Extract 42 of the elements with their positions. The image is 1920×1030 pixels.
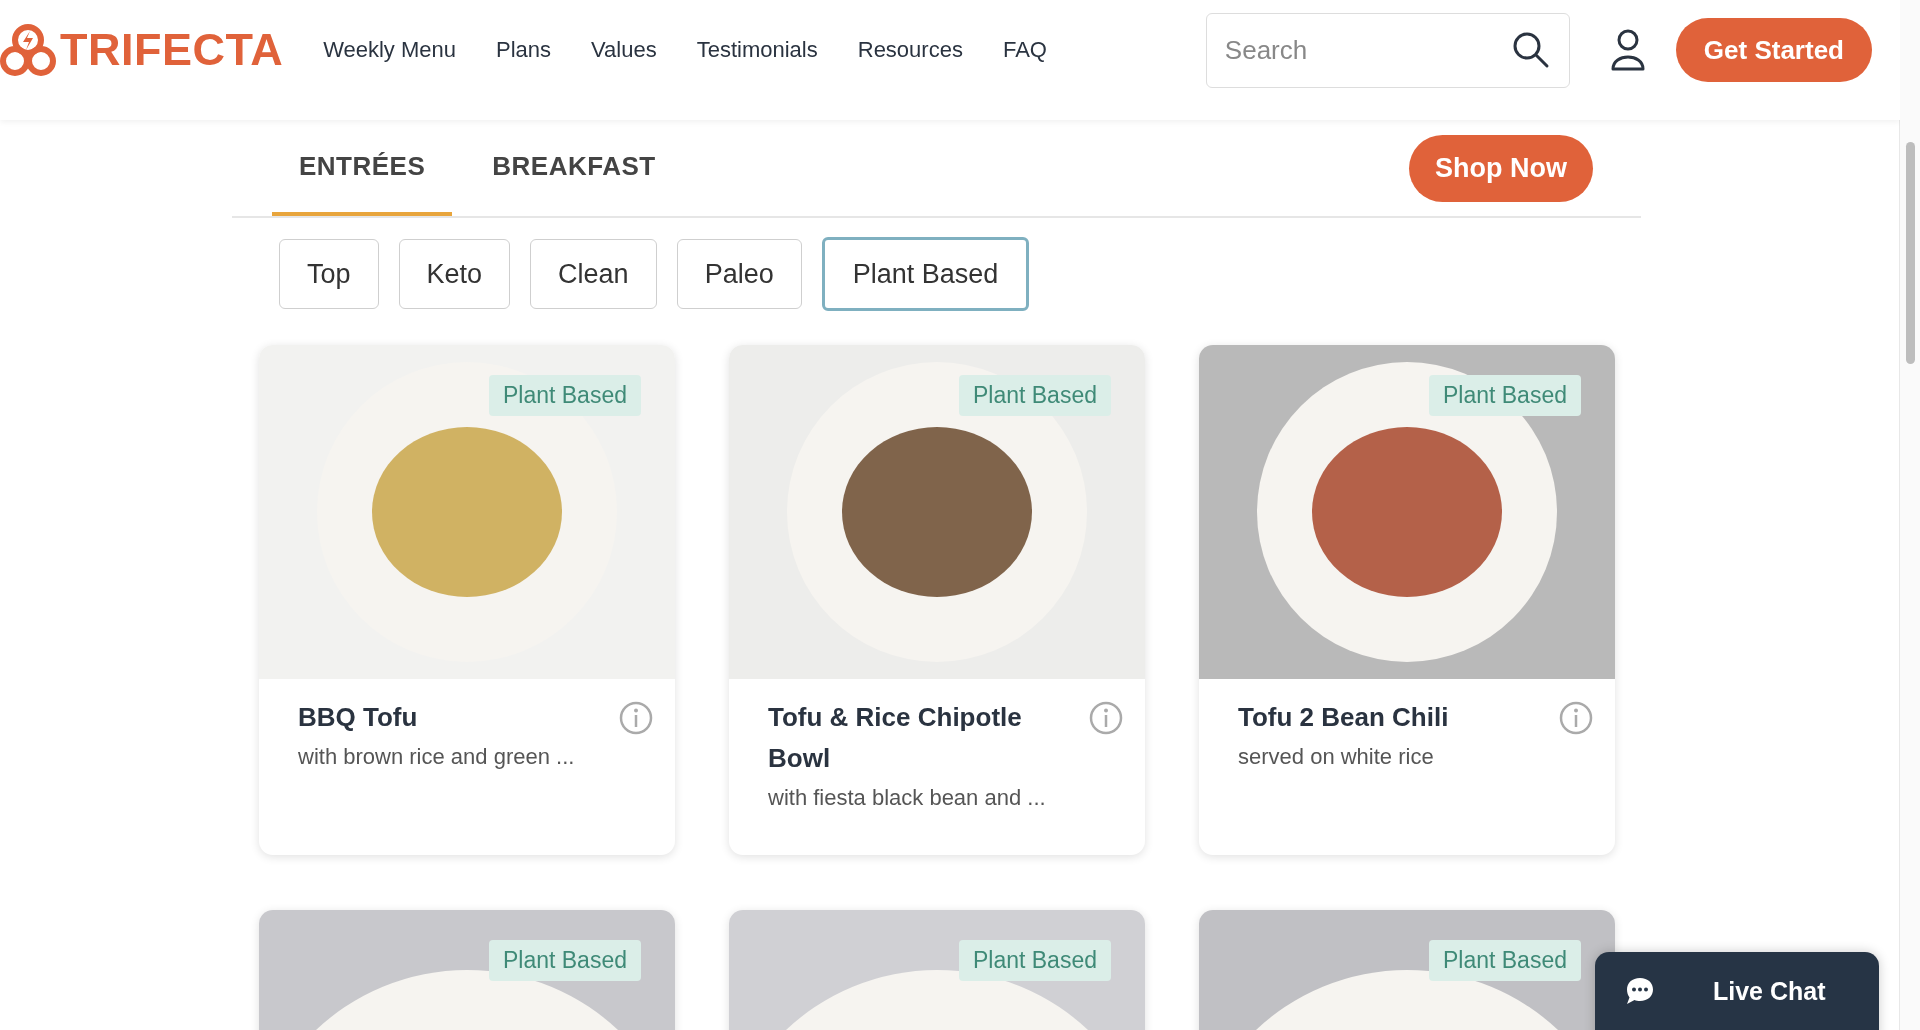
category-tab[interactable]: ENTRÉES [272,120,453,216]
diet-tag: Plant Based [488,940,641,981]
nav-link[interactable]: FAQ [1002,37,1047,63]
diet-tag: Plant Based [488,375,641,416]
scrollbar[interactable] [1899,0,1920,1030]
meal-card[interactable]: Plant Based BBQ Tofu with brown rice and green ... [259,345,675,855]
info-icon[interactable] [619,701,653,735]
get-started-button[interactable]: Get Started [1675,18,1872,82]
meal-card[interactable]: Plant Based Tofu & Rice Chipotle Bowl with fiesta black bean and ... [729,345,1145,855]
nav-link[interactable]: Values [591,37,657,63]
diet-tag: Plant Based [1428,940,1581,981]
info-icon[interactable] [1559,701,1593,735]
meal-description: with brown rice and green ... [298,743,576,771]
filter-chip[interactable]: Keto [398,239,511,309]
filter-chip[interactable]: Clean [530,239,657,309]
brand-logo[interactable]: TRIFECTA [60,24,284,76]
diet-tag: Plant Based [1428,375,1581,416]
filter-chip[interactable]: Top [279,239,379,309]
filter-chip[interactable]: Plant Based [821,237,1030,311]
scrollbar-thumb[interactable] [1906,142,1915,364]
meal-name: BBQ Tofu [298,701,419,734]
diet-tag: Plant Based [958,375,1111,416]
meal-name: Tofu 2 Bean Chili [1238,701,1450,734]
search-icon[interactable] [1511,30,1550,69]
shop-now-button[interactable]: Shop Now [1409,134,1593,202]
live-chat-button[interactable]: Live Chat [1595,952,1879,1030]
nav-link[interactable]: Testimonials [696,37,818,63]
meal-description: served on white rice [1238,743,1435,771]
filter-chip[interactable]: Paleo [676,239,802,309]
diet-tag: Plant Based [958,940,1111,981]
meal-name: Tofu & Rice Chipotle Bowl [768,701,1023,775]
info-icon[interactable] [1089,701,1123,735]
nav-link[interactable]: Plans [496,37,552,63]
nav-link[interactable]: Weekly Menu [323,37,456,63]
logo-icon [0,23,56,77]
user-icon[interactable] [1609,29,1646,71]
search-field[interactable]: Search [1205,12,1570,88]
category-tab[interactable]: BREAKFAST [465,120,683,216]
meal-description: with fiesta black bean and ... [768,784,1047,812]
chat-bubble-icon [1625,976,1655,1006]
nav-link[interactable]: Resources [857,37,963,63]
meal-card[interactable]: Plant Based Tofu 2 Bean Chili served on white rice [1199,345,1615,855]
